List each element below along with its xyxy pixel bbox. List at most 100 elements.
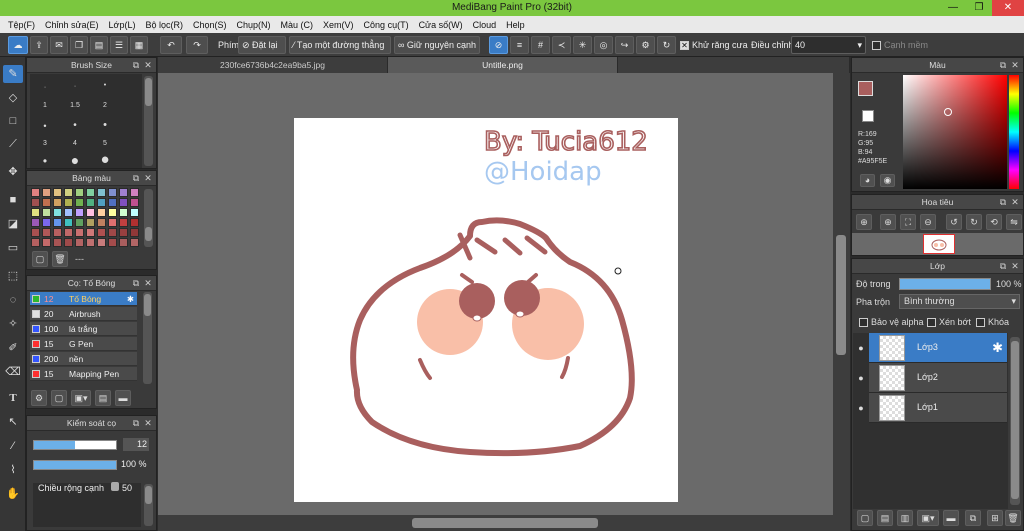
parallel-snap-icon[interactable]: ≡ [510,36,529,54]
brush-size-dot[interactable]: • [95,82,115,89]
brush-list-item[interactable]: 12 Tố Bóng ✱ [30,292,137,306]
brush-size-dot[interactable]: ● [65,152,85,168]
lasso-tool-icon[interactable]: ◌ [3,291,23,309]
foreground-color-swatch[interactable] [858,81,873,96]
color-swatch[interactable] [108,188,117,197]
settings-icon[interactable]: ⚙ [636,36,655,54]
color-swatch[interactable] [53,218,62,227]
new-8bit-layer-icon[interactable]: ▥ [897,510,913,526]
h-scrollbar[interactable] [158,515,850,531]
add-brush-menu-icon[interactable]: ▣▾ [71,390,91,406]
soft-edge-checkbox[interactable] [872,41,881,51]
menu-tools[interactable]: Công cụ(T) [364,20,409,30]
color-swatch[interactable] [53,208,62,217]
menu-view[interactable]: Xem(V) [323,20,354,30]
color-swatch[interactable] [31,208,40,217]
brush-size-dot[interactable]: · [35,84,55,91]
color-swatch[interactable] [97,198,106,207]
popout-icon[interactable]: ⧉ [997,260,1009,272]
eyedropper-tool-icon[interactable]: ⌇ [3,461,23,479]
brush-list-item[interactable]: 20 Airbrush [30,307,137,321]
edge-slider-handle[interactable] [111,482,119,491]
color-swatch[interactable] [53,188,62,197]
eraser-tool-icon[interactable]: ◇ [3,89,23,107]
color-swatch[interactable] [108,228,117,237]
protect-alpha-checkbox[interactable] [859,318,868,328]
color-swatch[interactable] [31,218,40,227]
circle-snap-icon[interactable]: ◎ [594,36,613,54]
duplicate-layer-icon[interactable]: ⧉ [965,510,981,526]
color-swatch[interactable] [75,208,84,217]
color-swatch[interactable] [86,198,95,207]
v-scrollbar-thumb[interactable] [836,235,846,355]
text-tool-icon[interactable]: T [3,389,23,407]
color-wheel-icon[interactable]: ◉ [880,174,895,187]
new-layer-icon[interactable]: ▢ [857,510,873,526]
color-swatch[interactable] [130,218,139,227]
popout-icon[interactable]: ⧉ [997,59,1009,71]
close-icon[interactable]: ✕ [1009,196,1021,208]
color-swatch[interactable] [97,208,106,217]
menu-filter[interactable]: Bộ lọc(R) [145,20,183,30]
color-swatch[interactable] [130,188,139,197]
keep-edge-button[interactable]: ∞ Giữ nguyên cạnh [394,36,480,54]
canvas-svg[interactable]: By: Tucia612 @Hoidap [158,73,850,515]
lock-checkbox[interactable] [976,318,985,328]
redo-icon[interactable]: ↷ [186,36,208,54]
flip-icon[interactable]: ⇋ [1006,214,1022,230]
upload-icon[interactable]: ⇪ [30,36,48,54]
minimize-button[interactable]: — [940,0,966,16]
scrollbar[interactable] [144,189,153,247]
operation-tool-icon[interactable]: ↖ [3,413,23,431]
zoom-fit-icon[interactable]: ⊕ [856,214,872,230]
color-swatch[interactable] [31,198,40,207]
bucket-tool-icon[interactable]: ◪ [3,215,23,233]
color-swatch[interactable] [86,208,95,217]
close-icon[interactable]: ✕ [1009,260,1021,272]
divide-tool-icon[interactable]: ⁄ [3,437,23,455]
tab-jpg[interactable]: 230fce6736b4c2ea9ba5.jpg [158,57,388,73]
color-swatch[interactable] [53,228,62,237]
rectangle-tool-icon[interactable]: □ [3,112,23,130]
color-swatch[interactable] [53,198,62,207]
undo-icon[interactable]: ↶ [160,36,182,54]
color-picker-area[interactable] [903,75,1007,189]
soft-edge-toggle[interactable]: Cạnh mềm [872,36,928,54]
size-slider[interactable] [33,440,117,450]
color-swatch[interactable] [53,238,62,247]
reset-rotation-icon[interactable]: ⟲ [986,214,1002,230]
brush-size-dot[interactable]: • [65,120,85,131]
layer-row[interactable]: Lớp3 ✱ [869,333,1007,363]
trash-icon[interactable]: 🗑 [52,251,68,267]
add-color-icon[interactable]: ▢ [32,251,48,267]
color-swatch[interactable] [119,208,128,217]
color-swatch[interactable] [130,228,139,237]
color-swatch[interactable] [130,238,139,247]
color-swatch[interactable] [31,188,40,197]
popout-icon[interactable]: ⧉ [997,196,1009,208]
fill-rect-tool-icon[interactable]: ■ [3,191,23,209]
straight-line-button[interactable]: ⁄ Tạo một đường thẳng [289,36,391,54]
color-swatch[interactable] [86,228,95,237]
popout-icon[interactable]: ⧉ [130,277,142,289]
blend-select[interactable]: Bình thường ▾ [899,294,1020,309]
antialias-toggle[interactable]: ✕ Khử răng cưa [680,36,748,54]
list-icon[interactable]: ☰ [110,36,128,54]
select-eraser-icon[interactable]: ⌫ [3,363,23,381]
menu-color[interactable]: Màu (C) [281,20,314,30]
brush-settings-icon[interactable]: ⚙ [31,390,47,406]
grid-icon[interactable]: ▦ [130,36,148,54]
curve-snap-icon[interactable]: ↪ [615,36,634,54]
grid-snap-icon[interactable]: # [531,36,550,54]
close-icon[interactable]: ✕ [1009,59,1021,71]
protect-alpha-toggle[interactable]: Bảo vệ alpha [859,317,924,328]
color-swatch[interactable] [64,238,73,247]
gear-icon[interactable]: ✱ [992,340,1003,356]
magic-wand-icon[interactable]: ✧ [3,315,23,333]
gear-icon[interactable]: ✱ [127,292,134,306]
color-swatch[interactable] [108,198,117,207]
layer-folder-icon[interactable]: ▬ [943,510,959,526]
rotate-right-icon[interactable]: ↻ [966,214,982,230]
lock-toggle[interactable]: Khóa [976,317,1009,328]
menu-file[interactable]: Tệp(F) [8,20,35,30]
